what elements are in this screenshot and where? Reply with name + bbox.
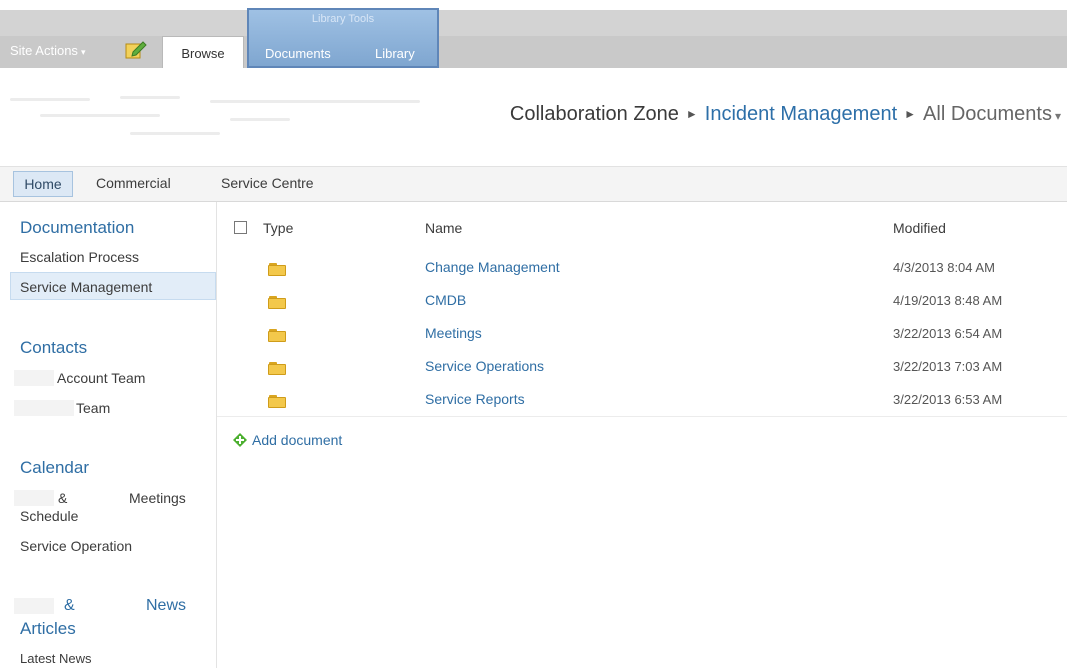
document-name-link[interactable]: Service Reports [425, 391, 525, 407]
topnav-service-centre[interactable]: Service Centre [221, 175, 314, 191]
breadcrumb-separator-icon: ► [685, 107, 698, 121]
table-row[interactable]: Change Management 4/3/2013 8:04 AM [217, 255, 1067, 288]
library-tools-group: Library Tools Documents Library [247, 8, 439, 68]
ql-link-service-operation[interactable]: Service Operation [20, 538, 132, 554]
table-row[interactable]: Service Operations 3/22/2013 7:03 AM [217, 354, 1067, 387]
breadcrumb: Collaboration Zone ► Incident Management ► A… [510, 103, 1061, 126]
column-header-modified[interactable]: Modified [893, 220, 946, 236]
top-navigation: Home Commercial Service Centre [0, 166, 1067, 202]
document-name-link[interactable]: Change Management [425, 259, 560, 275]
topnav-home[interactable]: Home [13, 171, 73, 197]
ql-link-latest-news[interactable]: Latest News [20, 651, 92, 666]
column-header-type[interactable]: Type [263, 220, 293, 236]
add-document-link[interactable]: Add document [233, 431, 342, 448]
column-header-name[interactable]: Name [425, 220, 462, 236]
modified-date: 4/3/2013 8:04 AM [893, 260, 995, 275]
select-all-checkbox[interactable] [234, 221, 247, 234]
ql-heading-news[interactable]: News [146, 597, 186, 615]
document-library: Type Name Modified Change Management 4/3… [217, 202, 1067, 668]
site-actions-menu[interactable]: Site Actions ▾ [10, 43, 85, 58]
breadcrumb-current[interactable]: Incident Management [705, 103, 897, 125]
folder-icon [268, 329, 286, 342]
table-row[interactable]: CMDB 4/19/2013 8:48 AM [217, 288, 1067, 321]
tab-browse[interactable]: Browse [162, 36, 244, 68]
add-icon [233, 433, 247, 447]
folder-icon [268, 362, 286, 375]
chevron-down-icon[interactable]: ▾ [1055, 109, 1061, 123]
breadcrumb-separator-icon: ► [904, 107, 917, 121]
ql-link-team[interactable]: Team [76, 400, 110, 416]
document-name-link[interactable]: Service Operations [425, 358, 544, 374]
tab-library[interactable]: Library [375, 46, 415, 61]
modified-date: 3/22/2013 7:03 AM [893, 359, 1003, 374]
ribbon: Site Actions ▾ Browse Library Tools Docum… [0, 0, 1067, 70]
ql-heading-articles[interactable]: Articles [20, 619, 76, 639]
document-name-link[interactable]: CMDB [425, 292, 466, 308]
modified-date: 3/22/2013 6:54 AM [893, 326, 1003, 341]
ql-heading-documentation[interactable]: Documentation [20, 218, 134, 238]
folder-icon [268, 296, 286, 309]
site-header: Collaboration Zone ► Incident Management ► A… [0, 70, 1067, 162]
chevron-down-icon: ▾ [80, 47, 86, 57]
view-selector[interactable]: All Documents [923, 103, 1052, 125]
ql-link-meetings[interactable]: Meetings [129, 490, 186, 506]
tab-documents[interactable]: Documents [265, 46, 331, 61]
list-divider [217, 416, 1067, 417]
ribbon-bar [0, 10, 1067, 68]
add-document-label: Add document [252, 432, 343, 448]
site-logo [10, 92, 430, 140]
modified-date: 3/22/2013 6:53 AM [893, 392, 1003, 407]
ql-link-meetings-ampersand[interactable]: & [58, 490, 67, 506]
site-actions-label: Site Actions [10, 43, 78, 58]
edit-page-icon[interactable] [124, 38, 148, 60]
folder-icon [268, 263, 286, 276]
ql-link-service-management[interactable]: Service Management [20, 279, 152, 295]
table-row[interactable]: Meetings 3/22/2013 6:54 AM [217, 321, 1067, 354]
ql-heading-news-ampersand[interactable]: & [64, 597, 75, 615]
folder-icon [268, 395, 286, 408]
ql-link-schedule[interactable]: Schedule [20, 508, 78, 524]
topnav-commercial[interactable]: Commercial [96, 175, 171, 191]
breadcrumb-root[interactable]: Collaboration Zone [510, 103, 679, 125]
ql-link-escalation-process[interactable]: Escalation Process [20, 249, 139, 265]
document-name-link[interactable]: Meetings [425, 325, 482, 341]
ql-link-account-team[interactable]: Account Team [57, 370, 145, 386]
library-tools-title: Library Tools [311, 13, 375, 25]
modified-date: 4/19/2013 8:48 AM [893, 293, 1003, 308]
ql-heading-contacts[interactable]: Contacts [20, 338, 87, 358]
ql-heading-calendar[interactable]: Calendar [20, 458, 89, 478]
